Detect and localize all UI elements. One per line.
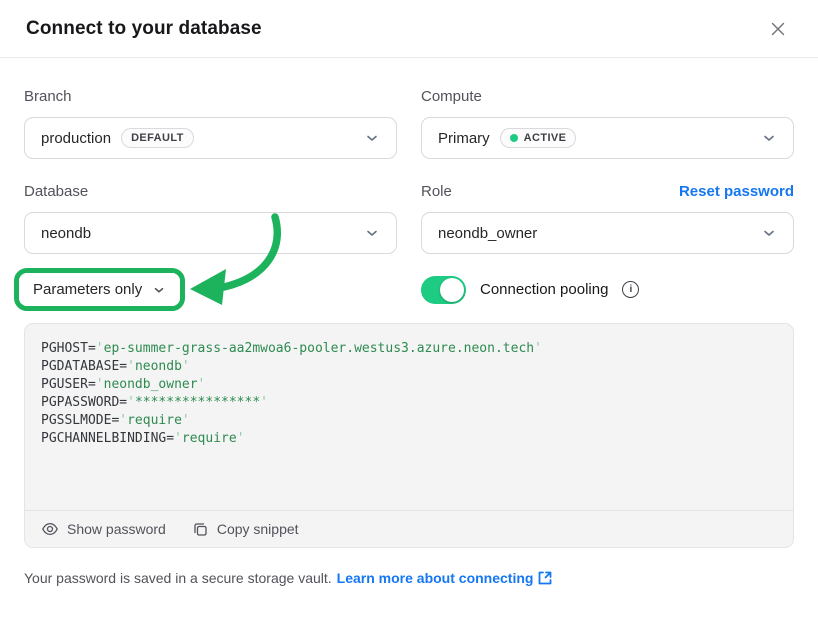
learn-more-link[interactable]: Learn more about connecting bbox=[337, 570, 554, 586]
compute-select[interactable]: Primary ACTIVE bbox=[421, 117, 794, 159]
code-line: PGUSER='neondb_owner' bbox=[41, 376, 777, 394]
dialog-body: Branch production DEFAULT Compute Primar… bbox=[0, 58, 818, 311]
role-value: neondb_owner bbox=[438, 225, 537, 242]
code-lines: PGHOST='ep-summer-grass-aa2mwoa6-pooler.… bbox=[25, 324, 793, 510]
annotation-highlight-box: Parameters only bbox=[14, 268, 185, 311]
code-line: PGPASSWORD='****************' bbox=[41, 394, 777, 412]
database-select[interactable]: neondb bbox=[24, 212, 397, 254]
role-label-line: Role Reset password bbox=[421, 183, 794, 200]
row-database-role: Database neondb Role Reset password neon… bbox=[24, 183, 794, 254]
toggle-knob bbox=[440, 278, 464, 302]
connection-pooling-toggle[interactable] bbox=[421, 276, 466, 304]
compute-field: Compute Primary ACTIVE bbox=[421, 88, 794, 159]
chevron-down-icon bbox=[761, 225, 777, 241]
code-line: PGHOST='ep-summer-grass-aa2mwoa6-pooler.… bbox=[41, 340, 777, 358]
database-value: neondb bbox=[41, 225, 91, 242]
row-branch-compute: Branch production DEFAULT Compute Primar… bbox=[24, 88, 794, 159]
connect-database-dialog: Connect to your database Branch producti… bbox=[0, 0, 818, 628]
code-line: PGSSLMODE='require' bbox=[41, 412, 777, 430]
eye-icon bbox=[41, 520, 59, 538]
info-icon[interactable]: i bbox=[622, 281, 639, 298]
close-button[interactable] bbox=[764, 15, 792, 43]
dialog-header: Connect to your database bbox=[0, 0, 818, 58]
active-status-dot bbox=[510, 134, 518, 142]
chevron-down-icon bbox=[364, 225, 380, 241]
show-password-label: Show password bbox=[67, 521, 166, 537]
compute-badge-label: ACTIVE bbox=[524, 132, 567, 144]
branch-default-badge: DEFAULT bbox=[121, 128, 194, 148]
branch-field: Branch production DEFAULT bbox=[24, 88, 397, 159]
compute-label: Compute bbox=[421, 88, 794, 105]
branch-label: Branch bbox=[24, 88, 397, 105]
database-field: Database neondb bbox=[24, 183, 397, 254]
show-password-button[interactable]: Show password bbox=[41, 520, 166, 538]
copy-snippet-button[interactable]: Copy snippet bbox=[192, 521, 299, 538]
compute-active-badge: ACTIVE bbox=[500, 128, 577, 148]
role-field: Role Reset password neondb_owner bbox=[421, 183, 794, 254]
reset-password-link[interactable]: Reset password bbox=[679, 183, 794, 200]
database-label: Database bbox=[24, 183, 397, 200]
role-label: Role bbox=[421, 183, 452, 200]
chevron-down-icon bbox=[152, 283, 166, 297]
connection-snippet-box: PGHOST='ep-summer-grass-aa2mwoa6-pooler.… bbox=[24, 323, 794, 548]
chevron-down-icon bbox=[761, 130, 777, 146]
branch-value: production bbox=[41, 130, 111, 147]
snippet-mode-select[interactable]: Parameters only bbox=[19, 273, 180, 306]
compute-value: Primary bbox=[438, 130, 490, 147]
branch-select[interactable]: production DEFAULT bbox=[24, 117, 397, 159]
external-link-icon bbox=[537, 570, 553, 586]
code-line: PGCHANNELBINDING='require' bbox=[41, 430, 777, 448]
chevron-down-icon bbox=[364, 130, 380, 146]
close-icon bbox=[768, 19, 788, 39]
copy-snippet-label: Copy snippet bbox=[217, 521, 299, 537]
copy-icon bbox=[192, 521, 209, 538]
row-mode-pooling: Parameters only Connection pooling i bbox=[24, 268, 794, 311]
learn-more-label: Learn more about connecting bbox=[337, 570, 534, 586]
snippet-mode-value: Parameters only bbox=[33, 281, 142, 298]
bottom-note: Your password is saved in a secure stora… bbox=[24, 570, 794, 586]
connection-pooling-row: Connection pooling i bbox=[421, 276, 794, 304]
role-select[interactable]: neondb_owner bbox=[421, 212, 794, 254]
dialog-title: Connect to your database bbox=[26, 18, 262, 40]
code-line: PGDATABASE='neondb' bbox=[41, 358, 777, 376]
connection-pooling-label: Connection pooling bbox=[480, 281, 608, 298]
vault-note-text: Your password is saved in a secure stora… bbox=[24, 570, 332, 586]
snippet-footer: Show password Copy snippet bbox=[25, 510, 793, 547]
